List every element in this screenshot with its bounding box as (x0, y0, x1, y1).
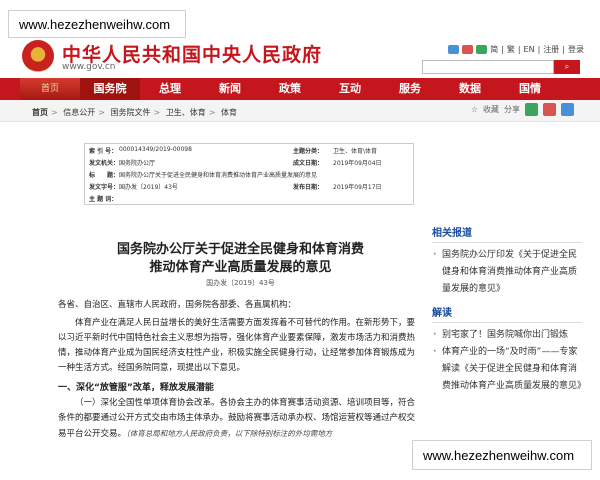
wechat-share-icon[interactable] (525, 103, 538, 116)
search-input[interactable] (422, 60, 554, 74)
article-title-line1: 国务院办公厅关于促进全民健身和体育消费 (116, 242, 364, 257)
watermark-top: www.hezezhenweihw.com (8, 10, 186, 38)
published-value: 2019年09月17日 (333, 184, 382, 191)
interpret-item[interactable]: 体育产业的一场“及时雨”——专家解读《关于促进全民健身和体育消费推动体育产业高质… (432, 344, 586, 395)
national-emblem-icon (22, 40, 54, 72)
issuer-label: 发文机关： (89, 160, 120, 167)
favorite-label[interactable]: 收藏 (483, 104, 499, 115)
wechat-icon[interactable] (476, 45, 488, 54)
header: 中华人民共和国中央人民政府 www.gov.cn 简 | 繁 | EN | 注册 | 登… (0, 38, 600, 78)
link-traditional[interactable]: 繁 (507, 44, 515, 55)
weibo-icon[interactable] (462, 45, 474, 54)
created-label: 成文日期： (293, 160, 324, 167)
nav-state-council[interactable]: 国务院 (80, 78, 140, 100)
top-links: 简 | 繁 | EN | 注册 | 登录 (448, 44, 584, 55)
qzone-share-icon[interactable] (561, 103, 574, 116)
issuer-value: 国务院办公厅 (119, 160, 156, 167)
index-label: 索 引 号： (89, 148, 118, 155)
paragraph-2-note: （体育总局和地方人民政府负责，以下除特别标注的外均需地方 (126, 429, 333, 438)
category-label: 主题分类： (293, 148, 324, 155)
nav-premier[interactable]: 总理 (140, 78, 200, 100)
weibo-share-icon[interactable] (543, 103, 556, 116)
docno-label: 发文字号： (89, 184, 120, 191)
document-info-table: 索 引 号： 000014349/2019-00098 主题分类： 卫生、体育\… (84, 143, 414, 205)
share-label: 分享 (504, 105, 520, 114)
link-simplified[interactable]: 简 (490, 44, 498, 55)
related-item[interactable]: 国务院办公厅印发《关于促进全民健身和体育消费推动体育产业高质量发展的意见》 (432, 247, 582, 298)
breadcrumb-home[interactable]: 首页 (32, 108, 48, 117)
nav-interaction[interactable]: 互动 (320, 78, 380, 100)
nav-policy[interactable]: 政策 (260, 78, 320, 100)
nav-data[interactable]: 数据 (440, 78, 500, 100)
nav-national-info[interactable]: 国情 (500, 78, 560, 100)
index-value: 000014349/2019-00098 (119, 146, 192, 153)
breadcrumb-sports[interactable]: 体育 (221, 108, 237, 117)
category-value: 卫生、体育\体育 (333, 148, 378, 155)
article-paragraph-2: （一）深化全国性单项体育协会改革。各协会主办的体育赛事活动资源、培训项目等，符合… (58, 396, 423, 442)
mail-icon[interactable] (448, 45, 460, 54)
favorite-icon[interactable]: ☆ (471, 105, 478, 114)
link-english[interactable]: EN (524, 45, 535, 54)
article-heading-1: 一、深化“放管服”改革，释放发展潜能 (58, 383, 214, 393)
article-greeting: 各省、自治区、直辖市人民政府，国务院各部委、各直属机构： (58, 300, 297, 310)
article-paragraph-1: 体育产业在满足人民日益增长的美好生活需要方面发挥着不可替代的作用。在新形势下，要… (58, 318, 416, 373)
watermark-bottom: www.hezezhenweihw.com (412, 440, 592, 470)
sidebar: 相关报道 国务院办公厅印发《关于促进全民健身和体育消费推动体育产业高质量发展的意… (432, 224, 586, 395)
interpret-item[interactable]: 别宅家了！国务院喊你出门锻炼 (432, 327, 582, 344)
article-title-line2: 推动体育产业高质量发展的意见 (149, 260, 332, 275)
nav-home[interactable]: 首页 (20, 78, 80, 100)
page-tools: ☆ 收藏 分享 (471, 103, 574, 116)
title-value: 国务院办公厅关于促进全民健身和体育消费推动体育产业高质量发展的意见 (119, 172, 318, 179)
nav-services[interactable]: 服务 (380, 78, 440, 100)
link-login[interactable]: 登录 (568, 44, 584, 55)
created-value: 2019年09月04日 (333, 160, 382, 167)
related-heading: 相关报道 (432, 224, 582, 243)
main-nav: 首页 国务院 总理 新闻 政策 互动 服务 数据 国情 (0, 78, 600, 100)
search-button[interactable]: ⌕ (554, 60, 580, 74)
subject-label: 主 题 词： (89, 196, 118, 203)
link-register[interactable]: 注册 (543, 44, 559, 55)
title-label: 标 题： (89, 172, 120, 179)
article-docno: 国办发〔2019〕43号 (206, 279, 275, 287)
breadcrumb-health[interactable]: 卫生、体育 (166, 108, 206, 117)
interpret-heading: 解读 (432, 304, 582, 323)
published-label: 发布日期： (293, 184, 324, 191)
docno-value: 国办发〔2019〕43号 (119, 184, 178, 191)
breadcrumb-docs[interactable]: 国务院文件 (111, 108, 151, 117)
site-url: www.gov.cn (62, 62, 116, 72)
breadcrumb-info[interactable]: 信息公开 (63, 108, 95, 117)
nav-news[interactable]: 新闻 (200, 78, 260, 100)
